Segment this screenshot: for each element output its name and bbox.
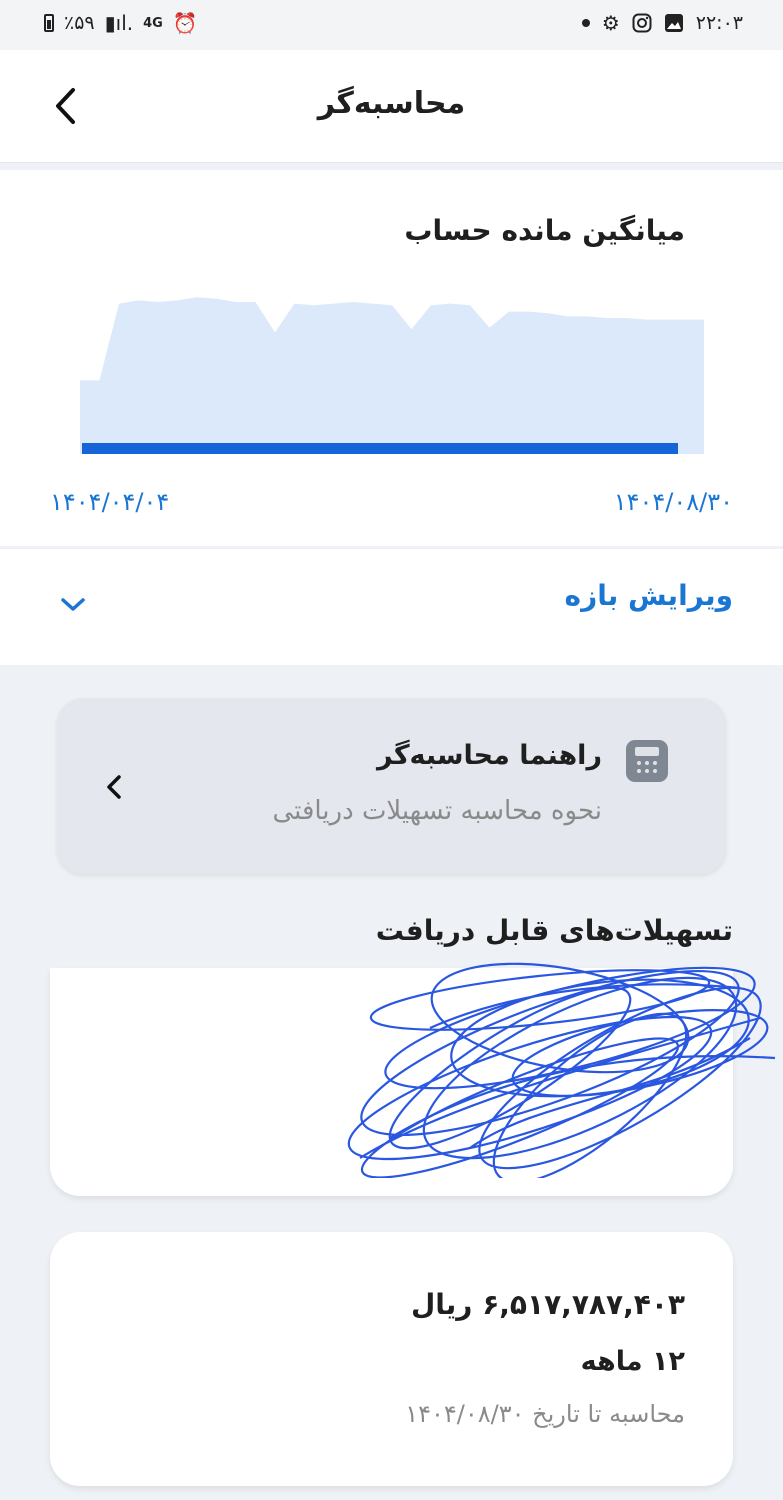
gallery-icon — [664, 14, 683, 32]
app-bar: محاسبه‌گر — [0, 50, 783, 163]
instagram-icon — [632, 13, 652, 33]
loan-term: ۱۲ ماهه — [580, 1346, 685, 1377]
calculation-date: محاسبه تا تاریخ ۱۴۰۴/۰۸/۳۰ — [405, 1400, 685, 1428]
balance-area-chart — [80, 297, 704, 454]
facilities-section-title: تسهیلات‌های قابل دریافت — [375, 914, 733, 947]
guide-title: راهنما محاسبه‌گر — [377, 740, 602, 771]
battery-percent: ٪۵۹ — [64, 12, 95, 34]
balance-chart-card: میانگین مانده حساب ۱۴۰۴/۰۴/۰۴ ۱۴۰۴/۰۸/۳۰ — [0, 170, 783, 546]
status-left: ٪۵۹ ▮ıl. 4G ⏰ — [44, 12, 198, 34]
chevron-down-icon[interactable] — [60, 597, 86, 613]
battery-icon — [44, 14, 54, 32]
calculator-guide-card[interactable]: راهنما محاسبه‌گر نحوه محاسبه تسهیلات دری… — [57, 698, 726, 874]
loan-amount: ۶,۵۱۷,۷۸۷,۴۰۳ ریال — [410, 1288, 685, 1321]
chart-start-date: ۱۴۰۴/۰۴/۰۴ — [50, 488, 170, 516]
status-right: ⚙ ۲۲:۰۳ — [581, 11, 743, 35]
clock: ۲۲:۰۳ — [695, 12, 743, 34]
calculator-icon — [626, 740, 668, 782]
loan-option-card[interactable]: ۶,۵۱۷,۷۸۷,۴۰۳ ریال ۱۲ ماهه محاسبه تا تار… — [50, 1232, 733, 1486]
chart-end-date: ۱۴۰۴/۰۸/۳۰ — [613, 488, 733, 516]
edit-range-label[interactable]: ویرایش بازه — [565, 579, 733, 612]
signal-icon: ▮ıl. — [104, 11, 134, 35]
chart-title: میانگین مانده حساب — [404, 214, 685, 247]
alarm-icon: ⏰ — [172, 11, 198, 35]
page-title: محاسبه‌گر — [317, 86, 466, 121]
settings-icon: ⚙ — [601, 11, 620, 35]
chart-baseline-bar — [82, 443, 678, 454]
edit-range-row[interactable]: ویرایش بازه — [0, 549, 783, 665]
notification-dot-icon — [581, 19, 590, 27]
guide-subtitle: نحوه محاسبه تسهیلات دریافتی — [272, 796, 602, 826]
chevron-left-icon[interactable] — [105, 774, 123, 800]
redaction-scribble — [347, 962, 776, 1178]
chart-area — [80, 297, 704, 454]
status-bar: ٪۵۹ ▮ıl. 4G ⏰ ⚙ ۲۲:۰۳ — [0, 0, 783, 50]
network-type: 4G — [143, 15, 163, 31]
